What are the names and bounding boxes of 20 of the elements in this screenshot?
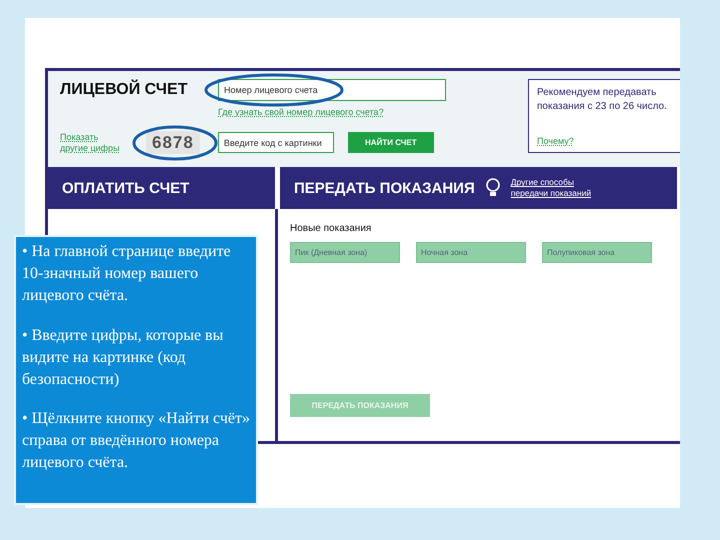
section-title: ОПЛАТИТЬ СЧЕТ [62, 180, 190, 197]
reading-field[interactable]: Пик (Дневная зона) [290, 242, 400, 264]
instruction-text: • Щёлкните кнопку «Найти счёт» справа от введённого номера лицевого счёта. [22, 409, 250, 474]
captcha-image: 6878 [146, 130, 200, 154]
instruction-text: • Введите цифры, которые вы видите на картинке (код безопасности) [22, 326, 224, 390]
section-title: ПЕРЕДАТЬ ПОКАЗАНИЯ [294, 180, 475, 197]
reading-field[interactable]: Полупиковая зона [542, 242, 652, 264]
other-methods-link[interactable]: Другие способы передачи показаний [510, 177, 606, 200]
section-title: ЛИЦЕВОЙ СЧЕТ [60, 81, 188, 99]
instruction-text: • На главной странице введите 10-значный номер вашего лицевого счёта. [22, 242, 232, 306]
account-number-field[interactable]: Номер лицевого счета [218, 79, 446, 101]
help-link[interactable]: Где узнать свой номер лицевого счета? [218, 107, 446, 118]
captcha-code-field[interactable]: Введите код с картинки [218, 132, 334, 154]
refresh-captcha-link[interactable]: Показать другие цифры [60, 132, 122, 154]
lightbulb-icon [484, 178, 501, 198]
form-subtitle: Новые показания [290, 223, 372, 234]
find-account-button[interactable]: НАЙТИ СЧЕТ [348, 132, 434, 154]
info-text: Рекомендуем передавать показания с 23 по 26 число. [537, 86, 668, 114]
reading-field[interactable]: Ночная зона [416, 242, 526, 264]
why-link[interactable]: Почему? [537, 136, 672, 146]
